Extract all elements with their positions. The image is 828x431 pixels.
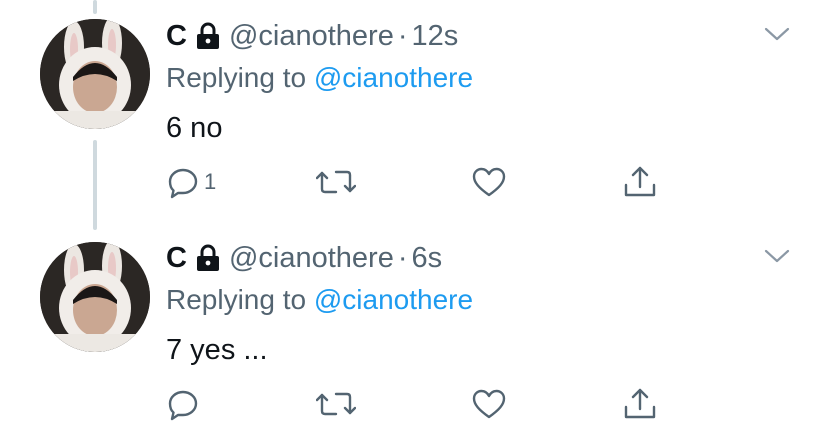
tweet-header: C @cianothere · 12s	[166, 16, 458, 56]
retweet-icon	[316, 170, 356, 194]
retweet-button[interactable]	[316, 384, 356, 424]
separator-dot: ·	[397, 19, 408, 52]
display-name[interactable]: C	[166, 242, 187, 275]
username[interactable]: @cianothere	[229, 242, 394, 275]
replying-to: Replying to @cianothere	[166, 62, 473, 94]
like-icon	[472, 167, 506, 197]
tweet[interactable]: C @cianothere · 6s Replying to @cianothe…	[0, 220, 828, 431]
share-button[interactable]	[622, 384, 658, 424]
reply-button[interactable]: 1	[166, 162, 216, 202]
replying-to-label: Replying to	[166, 62, 307, 93]
tweet-header: C @cianothere · 6s	[166, 238, 442, 278]
tweet[interactable]: C @cianothere · 12s Replying to @cianoth…	[0, 0, 828, 215]
replying-to: Replying to @cianothere	[166, 284, 473, 316]
avatar[interactable]	[40, 19, 150, 129]
replying-to-mention[interactable]: @cianothere	[314, 284, 473, 315]
reply-button[interactable]	[166, 384, 204, 424]
tweet-actions	[166, 384, 686, 424]
chevron-down-icon[interactable]	[764, 248, 790, 269]
like-button[interactable]	[471, 384, 507, 424]
reply-icon	[168, 390, 198, 421]
share-icon	[624, 388, 656, 419]
display-name[interactable]: C	[166, 20, 187, 53]
like-button[interactable]	[471, 162, 507, 202]
retweet-button[interactable]	[316, 162, 356, 202]
reply-icon	[168, 168, 198, 199]
tweet-text: 7 yes ...	[166, 334, 268, 366]
avatar[interactable]	[40, 242, 150, 352]
retweet-icon	[316, 392, 356, 416]
lock-icon	[195, 244, 221, 272]
share-button[interactable]	[622, 162, 658, 202]
tweet-actions: 1	[166, 162, 686, 202]
replying-to-mention[interactable]: @cianothere	[314, 62, 473, 93]
timestamp[interactable]: 6s	[412, 242, 443, 275]
replying-to-label: Replying to	[166, 284, 307, 315]
lock-icon	[195, 22, 221, 50]
tweet-text: 6 no	[166, 112, 223, 144]
chevron-down-icon[interactable]	[764, 26, 790, 47]
like-icon	[472, 389, 506, 419]
username[interactable]: @cianothere	[229, 20, 394, 53]
timestamp[interactable]: 12s	[412, 20, 459, 53]
share-icon	[624, 166, 656, 197]
separator-dot: ·	[397, 241, 408, 274]
reply-count: 1	[204, 169, 217, 194]
